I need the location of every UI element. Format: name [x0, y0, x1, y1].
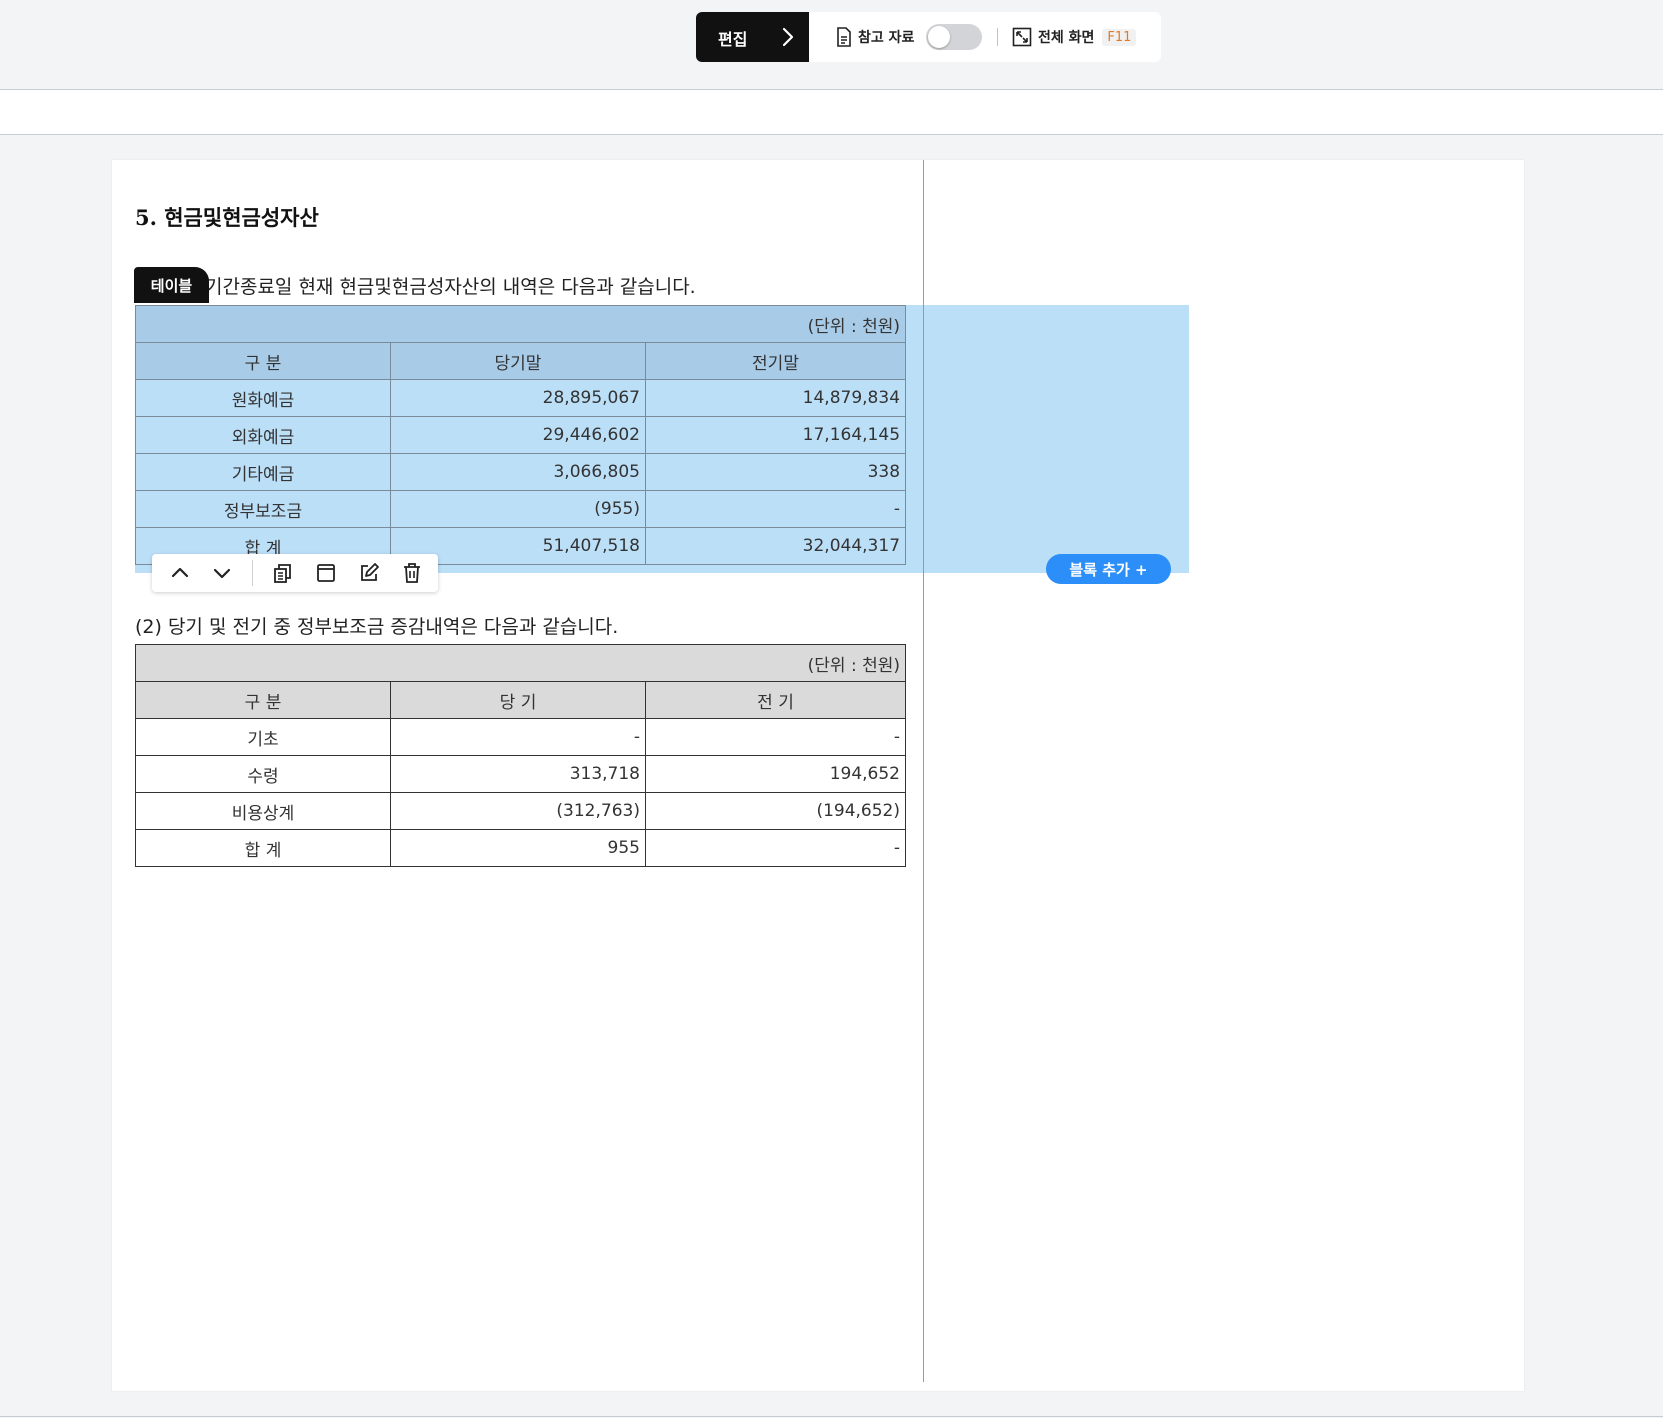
- table-cell: 28,895,067: [390, 379, 646, 417]
- window-icon[interactable]: [314, 561, 338, 585]
- table-cell: 기타예금: [135, 453, 391, 491]
- shortcut-key-badge: F11: [1102, 28, 1137, 46]
- table-cell: -: [644, 829, 907, 867]
- table-cell: (194,652): [644, 792, 907, 830]
- table-cell: 32,044,317: [644, 527, 907, 565]
- table-cell: 기초: [135, 718, 391, 756]
- unit-label: (단위 : 천원): [134, 305, 907, 343]
- reference-label: 참고 자료: [858, 30, 915, 46]
- block-type-tag: 테이블: [134, 267, 209, 303]
- table-cell: -: [644, 718, 907, 756]
- table-cell: (312,763): [390, 792, 646, 830]
- table-cell: 3,066,805: [390, 453, 646, 491]
- move-up-icon[interactable]: [168, 561, 192, 585]
- fullscreen-button[interactable]: 전체 화면 F11: [1012, 26, 1137, 48]
- chevron-right-icon: [782, 27, 794, 47]
- table-cell: 합 계: [135, 829, 391, 867]
- unit-label: (단위 : 천원): [134, 644, 907, 682]
- edit-button-label: 편집: [718, 30, 748, 49]
- table-cell: 955: [390, 829, 646, 867]
- toolbar-divider: [252, 560, 253, 586]
- section-title: 5. 현금및현금성자산: [135, 205, 319, 230]
- copy-icon[interactable]: [271, 561, 295, 585]
- move-down-icon[interactable]: [210, 561, 234, 585]
- table-cell: 338: [644, 453, 907, 491]
- table-unit-row: (단위 : 천원): [134, 644, 907, 682]
- table-unit-row: (단위 : 천원): [134, 305, 907, 343]
- table-cell: (955): [390, 490, 646, 528]
- table-header-row: 구 분 당 기 전 기: [135, 681, 907, 719]
- table-cell: -: [390, 718, 646, 756]
- table-cell: 29,446,602: [390, 416, 646, 454]
- toolbar-group: 편집 참고 자료 전체 화면 F11: [696, 12, 1161, 62]
- reference-toggle[interactable]: [926, 24, 982, 50]
- column-header: 당 기: [390, 681, 646, 719]
- table-cell: 수령: [135, 755, 391, 793]
- table-row: 정부보조금 (955) -: [135, 490, 907, 528]
- table-row: 원화예금 28,895,067 14,879,834: [135, 379, 907, 417]
- top-toolbar: 편집 참고 자료 전체 화면 F11: [0, 0, 1663, 90]
- toolbar-divider: [997, 28, 998, 46]
- add-block-button[interactable]: 블록 추가 +: [1046, 554, 1171, 584]
- table-cell: 313,718: [390, 755, 646, 793]
- table-cell: 14,879,834: [644, 379, 907, 417]
- table-cell: 외화예금: [135, 416, 391, 454]
- edit-button[interactable]: 편집: [696, 12, 809, 62]
- document-icon: [837, 27, 851, 47]
- table-row: 비용상계 (312,763) (194,652): [135, 792, 907, 830]
- table-row: 외화예금 29,446,602 17,164,145: [135, 416, 907, 454]
- table-row: 기타예금 3,066,805 338: [135, 453, 907, 491]
- fullscreen-icon: [1012, 27, 1032, 47]
- table-cell: 194,652: [644, 755, 907, 793]
- column-header: 당기말: [390, 342, 646, 380]
- delete-icon[interactable]: [400, 561, 424, 585]
- block-toolbar: [152, 554, 438, 592]
- table-cell: 비용상계: [135, 792, 391, 830]
- table-row: 기초 - -: [135, 718, 907, 756]
- column-header: 전기말: [644, 342, 907, 380]
- column-header: 전 기: [644, 681, 907, 719]
- secondary-bar: [0, 90, 1663, 135]
- table-cell: -: [644, 490, 907, 528]
- column-header: 구 분: [135, 342, 391, 380]
- table-row: 합 계 955 -: [135, 829, 907, 867]
- toggle-knob: [928, 26, 950, 48]
- table-cell: 원화예금: [135, 379, 391, 417]
- edit-icon[interactable]: [357, 561, 381, 585]
- column-header: 구 분: [135, 681, 391, 719]
- table-cell: 17,164,145: [644, 416, 907, 454]
- table-header-row: 구 분 당기말 전기말: [135, 342, 907, 380]
- table-cell: 정부보조금: [135, 490, 391, 528]
- subsidy-paragraph: (2) 당기 및 전기 중 정부보조금 증감내역은 다음과 같습니다.: [135, 616, 619, 638]
- government-grant-table[interactable]: (단위 : 천원) 구 분 당 기 전 기 기초 - - 수령 313,718 …: [134, 644, 907, 867]
- reference-panel-control: 참고 자료: [836, 26, 914, 48]
- page-column-divider: [923, 160, 924, 1382]
- fullscreen-label: 전체 화면: [1038, 30, 1095, 46]
- intro-paragraph: 기간종료일 현재 현금및현금성자산의 내역은 다음과 같습니다.: [205, 276, 696, 298]
- cash-equivalents-table[interactable]: (단위 : 천원) 구 분 당기말 전기말 원화예금 28,895,067 14…: [134, 305, 907, 565]
- bottom-border: [0, 1416, 1663, 1417]
- table-row: 수령 313,718 194,652: [135, 755, 907, 793]
